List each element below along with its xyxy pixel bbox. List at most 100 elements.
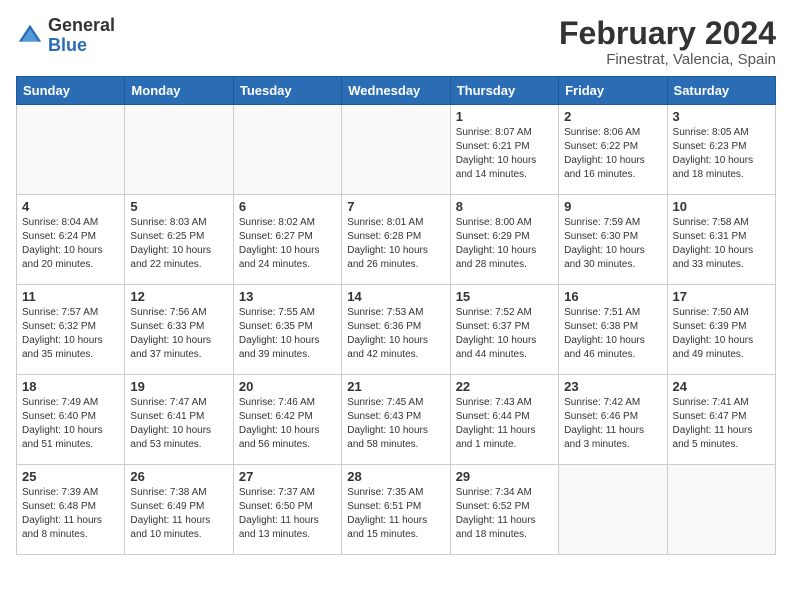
day-number: 24 bbox=[673, 379, 770, 394]
calendar: SundayMondayTuesdayWednesdayThursdayFrid… bbox=[16, 76, 776, 555]
day-info: Sunrise: 8:03 AM Sunset: 6:25 PM Dayligh… bbox=[130, 216, 227, 272]
day-number: 11 bbox=[22, 289, 119, 304]
day-info: Sunrise: 7:57 AM Sunset: 6:32 PM Dayligh… bbox=[22, 306, 119, 362]
weekday-header-tuesday: Tuesday bbox=[233, 77, 341, 105]
week-row-1: 1 Sunrise: 8:07 AM Sunset: 6:21 PM Daylig… bbox=[17, 105, 776, 195]
day-number: 3 bbox=[673, 109, 770, 124]
calendar-cell: 19 Sunrise: 7:47 AM Sunset: 6:41 PM Dayli… bbox=[125, 375, 233, 465]
day-info: Sunrise: 7:41 AM Sunset: 6:47 PM Dayligh… bbox=[673, 396, 770, 452]
week-row-2: 4 Sunrise: 8:04 AM Sunset: 6:24 PM Daylig… bbox=[17, 195, 776, 285]
calendar-cell: 23Sunrise: 7:42 AM Sunset: 6:46 PM Dayli… bbox=[559, 375, 667, 465]
logo-icon bbox=[16, 22, 44, 50]
title-area: February 2024 Finestrat, Valencia, Spain bbox=[559, 16, 776, 68]
day-number: 4 bbox=[22, 199, 119, 214]
day-number: 8 bbox=[456, 199, 553, 214]
calendar-cell bbox=[342, 105, 450, 195]
day-number: 1 bbox=[456, 109, 553, 124]
day-info: Sunrise: 7:50 AM Sunset: 6:39 PM Dayligh… bbox=[673, 306, 770, 362]
calendar-cell: 20 Sunrise: 7:46 AM Sunset: 6:42 PM Dayli… bbox=[233, 375, 341, 465]
logo-general-text: General bbox=[48, 15, 115, 35]
day-number: 7 bbox=[347, 199, 444, 214]
calendar-cell: 1 Sunrise: 8:07 AM Sunset: 6:21 PM Daylig… bbox=[450, 105, 558, 195]
day-info: Sunrise: 7:58 AM Sunset: 6:31 PM Dayligh… bbox=[673, 216, 770, 272]
day-info: Sunrise: 7:56 AM Sunset: 6:33 PM Dayligh… bbox=[130, 306, 227, 362]
calendar-cell: 15 Sunrise: 7:52 AM Sunset: 6:37 PM Dayli… bbox=[450, 285, 558, 375]
weekday-header-friday: Friday bbox=[559, 77, 667, 105]
calendar-cell: 25 Sunrise: 7:39 AM Sunset: 6:48 PM Dayli… bbox=[17, 465, 125, 555]
calendar-cell: 18Sunrise: 7:49 AM Sunset: 6:40 PM Dayli… bbox=[17, 375, 125, 465]
weekday-header-thursday: Thursday bbox=[450, 77, 558, 105]
day-info: Sunrise: 7:39 AM Sunset: 6:48 PM Dayligh… bbox=[22, 486, 119, 542]
day-number: 20 bbox=[239, 379, 336, 394]
weekday-header-wednesday: Wednesday bbox=[342, 77, 450, 105]
week-row-4: 18Sunrise: 7:49 AM Sunset: 6:40 PM Dayli… bbox=[17, 375, 776, 465]
day-number: 21 bbox=[347, 379, 444, 394]
calendar-cell: 6 Sunrise: 8:02 AM Sunset: 6:27 PM Daylig… bbox=[233, 195, 341, 285]
day-number: 28 bbox=[347, 469, 444, 484]
calendar-cell: 9 Sunrise: 7:59 AM Sunset: 6:30 PM Daylig… bbox=[559, 195, 667, 285]
day-info: Sunrise: 7:37 AM Sunset: 6:50 PM Dayligh… bbox=[239, 486, 336, 542]
calendar-cell: 26Sunrise: 7:38 AM Sunset: 6:49 PM Dayli… bbox=[125, 465, 233, 555]
calendar-cell: 28Sunrise: 7:35 AM Sunset: 6:51 PM Dayli… bbox=[342, 465, 450, 555]
day-info: Sunrise: 7:51 AM Sunset: 6:38 PM Dayligh… bbox=[564, 306, 661, 362]
day-info: Sunrise: 7:55 AM Sunset: 6:35 PM Dayligh… bbox=[239, 306, 336, 362]
day-number: 23 bbox=[564, 379, 661, 394]
day-number: 2 bbox=[564, 109, 661, 124]
day-info: Sunrise: 7:47 AM Sunset: 6:41 PM Dayligh… bbox=[130, 396, 227, 452]
day-info: Sunrise: 7:52 AM Sunset: 6:37 PM Dayligh… bbox=[456, 306, 553, 362]
week-row-3: 11 Sunrise: 7:57 AM Sunset: 6:32 PM Dayli… bbox=[17, 285, 776, 375]
day-info: Sunrise: 8:00 AM Sunset: 6:29 PM Dayligh… bbox=[456, 216, 553, 272]
day-info: Sunrise: 7:43 AM Sunset: 6:44 PM Dayligh… bbox=[456, 396, 553, 452]
day-number: 18 bbox=[22, 379, 119, 394]
day-info: Sunrise: 8:06 AM Sunset: 6:22 PM Dayligh… bbox=[564, 126, 661, 182]
day-info: Sunrise: 8:05 AM Sunset: 6:23 PM Dayligh… bbox=[673, 126, 770, 182]
day-number: 22 bbox=[456, 379, 553, 394]
calendar-cell bbox=[667, 465, 775, 555]
day-info: Sunrise: 7:46 AM Sunset: 6:42 PM Dayligh… bbox=[239, 396, 336, 452]
weekday-header-sunday: Sunday bbox=[17, 77, 125, 105]
day-info: Sunrise: 8:04 AM Sunset: 6:24 PM Dayligh… bbox=[22, 216, 119, 272]
calendar-cell: 13 Sunrise: 7:55 AM Sunset: 6:35 PM Dayli… bbox=[233, 285, 341, 375]
calendar-cell: 14 Sunrise: 7:53 AM Sunset: 6:36 PM Dayli… bbox=[342, 285, 450, 375]
header: General Blue February 2024 Finestrat, Va… bbox=[16, 16, 776, 68]
calendar-cell: 11 Sunrise: 7:57 AM Sunset: 6:32 PM Dayli… bbox=[17, 285, 125, 375]
week-row-5: 25 Sunrise: 7:39 AM Sunset: 6:48 PM Dayli… bbox=[17, 465, 776, 555]
weekday-header-saturday: Saturday bbox=[667, 77, 775, 105]
calendar-cell bbox=[125, 105, 233, 195]
day-number: 5 bbox=[130, 199, 227, 214]
calendar-cell: 21Sunrise: 7:45 AM Sunset: 6:43 PM Dayli… bbox=[342, 375, 450, 465]
calendar-cell bbox=[233, 105, 341, 195]
calendar-cell: 27 Sunrise: 7:37 AM Sunset: 6:50 PM Dayli… bbox=[233, 465, 341, 555]
day-number: 13 bbox=[239, 289, 336, 304]
logo: General Blue bbox=[16, 16, 115, 56]
day-info: Sunrise: 7:34 AM Sunset: 6:52 PM Dayligh… bbox=[456, 486, 553, 542]
calendar-cell: 16 Sunrise: 7:51 AM Sunset: 6:38 PM Dayli… bbox=[559, 285, 667, 375]
day-info: Sunrise: 8:01 AM Sunset: 6:28 PM Dayligh… bbox=[347, 216, 444, 272]
day-info: Sunrise: 8:07 AM Sunset: 6:21 PM Dayligh… bbox=[456, 126, 553, 182]
month-year: February 2024 bbox=[559, 16, 776, 51]
day-number: 19 bbox=[130, 379, 227, 394]
weekday-header-row: SundayMondayTuesdayWednesdayThursdayFrid… bbox=[17, 77, 776, 105]
calendar-cell bbox=[559, 465, 667, 555]
day-number: 12 bbox=[130, 289, 227, 304]
day-info: Sunrise: 7:59 AM Sunset: 6:30 PM Dayligh… bbox=[564, 216, 661, 272]
day-number: 17 bbox=[673, 289, 770, 304]
calendar-cell: 5 Sunrise: 8:03 AM Sunset: 6:25 PM Daylig… bbox=[125, 195, 233, 285]
logo-text: General Blue bbox=[48, 16, 115, 56]
day-info: Sunrise: 7:53 AM Sunset: 6:36 PM Dayligh… bbox=[347, 306, 444, 362]
calendar-cell: 17 Sunrise: 7:50 AM Sunset: 6:39 PM Dayli… bbox=[667, 285, 775, 375]
calendar-cell: 10 Sunrise: 7:58 AM Sunset: 6:31 PM Dayli… bbox=[667, 195, 775, 285]
day-number: 15 bbox=[456, 289, 553, 304]
day-number: 16 bbox=[564, 289, 661, 304]
day-number: 25 bbox=[22, 469, 119, 484]
day-number: 6 bbox=[239, 199, 336, 214]
day-number: 27 bbox=[239, 469, 336, 484]
calendar-cell: 8 Sunrise: 8:00 AM Sunset: 6:29 PM Daylig… bbox=[450, 195, 558, 285]
day-info: Sunrise: 7:38 AM Sunset: 6:49 PM Dayligh… bbox=[130, 486, 227, 542]
day-number: 10 bbox=[673, 199, 770, 214]
calendar-cell bbox=[17, 105, 125, 195]
day-info: Sunrise: 8:02 AM Sunset: 6:27 PM Dayligh… bbox=[239, 216, 336, 272]
day-number: 14 bbox=[347, 289, 444, 304]
calendar-cell: 29Sunrise: 7:34 AM Sunset: 6:52 PM Dayli… bbox=[450, 465, 558, 555]
day-number: 9 bbox=[564, 199, 661, 214]
